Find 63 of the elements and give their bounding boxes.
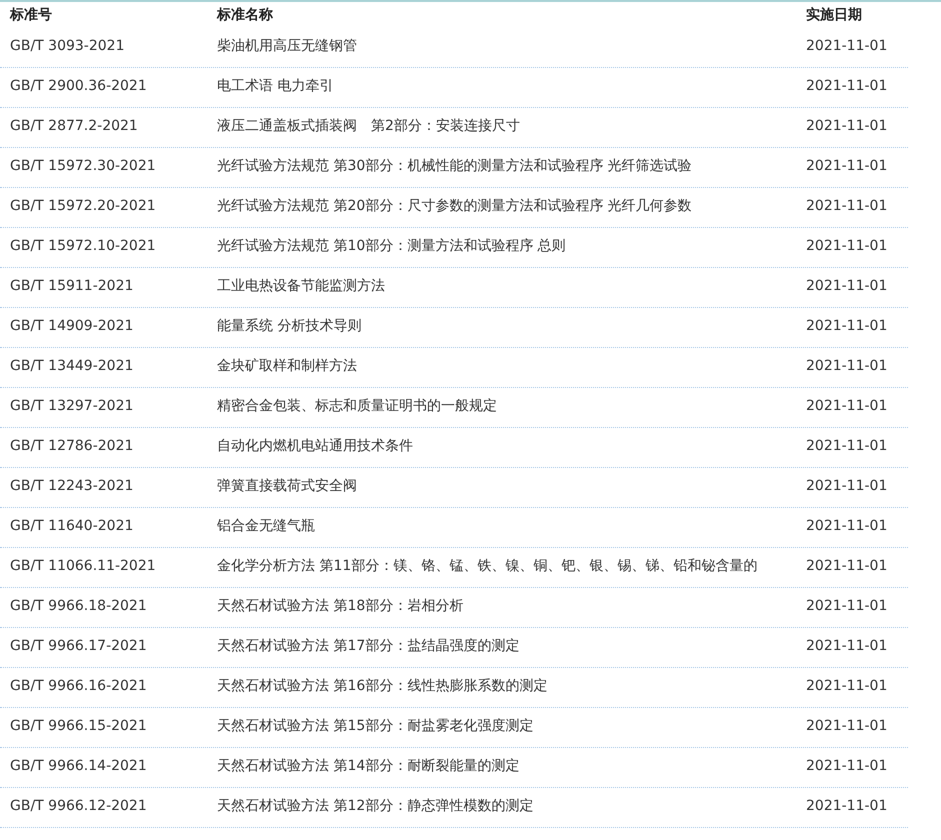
table-cell-text: 金块矿取样和制样方法 xyxy=(216,357,358,376)
table-cell-text: 2021-11-01 xyxy=(806,37,888,56)
table-cell-text: GB/T 9966.17-2021 xyxy=(9,637,148,656)
table-cell-text: GB/T 9966.16-2021 xyxy=(9,677,148,696)
table-cell-text: 2021-11-01 xyxy=(806,557,888,576)
table-cell-text: GB/T 12786-2021 xyxy=(9,437,134,456)
table-cell-text: 天然石材试验方法 第16部分：线性热膨胀系数的测定 xyxy=(216,677,548,696)
table-cell-text: 光纤试验方法规范 第20部分：尺寸参数的测量方法和试验程序 光纤几何参数 xyxy=(216,197,693,216)
table-cell-text: 弹簧直接载荷式安全阀 xyxy=(216,477,358,496)
table-cell-text: 天然石材试验方法 第17部分：盐结晶强度的测定 xyxy=(216,637,520,656)
table-cell-text: 光纤试验方法规范 第30部分：机械性能的测量方法和试验程序 光纤筛选试验 xyxy=(216,157,693,176)
table-cell-text: 2021-11-01 xyxy=(806,717,888,736)
table-cell-text: 2021-11-01 xyxy=(806,117,888,136)
table-cell-text: GB/T 15972.10-2021 xyxy=(9,237,157,256)
table-cell-text: 2021-11-01 xyxy=(806,597,888,616)
table-cell-text: 2021-11-01 xyxy=(806,397,888,416)
table-cell-text: 2021-11-01 xyxy=(806,677,888,696)
column-header: 标准名称 xyxy=(216,6,274,24)
table-cell-text: GB/T 2900.36-2021 xyxy=(9,77,148,96)
table-cell-text: 天然石材试验方法 第12部分：静态弹性模数的测定 xyxy=(216,797,534,816)
table-cell-text: GB/T 14909-2021 xyxy=(9,317,134,336)
table-cell-text: 工业电热设备节能监测方法 xyxy=(216,277,386,296)
table-cell-text: GB/T 9966.12-2021 xyxy=(9,797,148,816)
table-cell-text: 2021-11-01 xyxy=(806,437,888,456)
table-cell-text: 2021-11-01 xyxy=(806,77,888,96)
column-header: 标准号 xyxy=(8,6,53,24)
table-cell-text: GB/T 9966.18-2021 xyxy=(9,597,148,616)
table-cell-text: GB/T 15911-2021 xyxy=(9,277,134,296)
table-cell-text: 2021-11-01 xyxy=(806,757,888,776)
table-cell-text: 2021-11-01 xyxy=(806,197,888,216)
table-cell-text: 2021-11-01 xyxy=(806,637,888,656)
table-cell-text: 能量系统 分析技术导则 xyxy=(216,317,362,336)
table-cell-text: 2021-11-01 xyxy=(806,477,888,496)
table-cell-text: 精密合金包装、标志和质量证明书的一般规定 xyxy=(216,397,498,416)
table-cell-text: GB/T 13449-2021 xyxy=(9,357,134,376)
table-cell-text: GB/T 15972.30-2021 xyxy=(9,157,157,176)
table-cell-text: 光纤试验方法规范 第10部分：测量方法和试验程序 总则 xyxy=(216,237,567,256)
table-cell-text: 天然石材试验方法 第18部分：岩相分析 xyxy=(216,597,464,616)
table-cell-text: GB/T 3093-2021 xyxy=(9,37,126,56)
table-cell-text: GB/T 2877.2-2021 xyxy=(9,117,139,136)
table-cell-text: 2021-11-01 xyxy=(806,317,888,336)
table-cell-text: 2021-11-01 xyxy=(806,357,888,376)
table-cell-text: GB/T 13297-2021 xyxy=(9,397,134,416)
column-header: 实施日期 xyxy=(806,6,863,24)
table-cell-text: 2021-11-01 xyxy=(806,517,888,536)
table-cell-text: 2021-11-01 xyxy=(806,237,888,256)
table-cell-text: GB/T 12243-2021 xyxy=(9,477,134,496)
table-cell-text: GB/T 9966.15-2021 xyxy=(9,717,148,736)
table-cell-text: 液压二通盖板式插装阀 第2部分：安装连接尺寸 xyxy=(216,117,521,136)
table-cell-text: 自动化内燃机电站通用技术条件 xyxy=(216,437,414,456)
table-cell-text: GB/T 11640-2021 xyxy=(9,517,134,536)
table-cell-text: 金化学分析方法 第11部分：镁、铬、锰、铁、镍、铜、钯、银、锡、锑、铅和铋含量的 xyxy=(216,557,758,576)
table-cell-text: 铝合金无缝气瓶 xyxy=(216,517,316,536)
table-cell-text: 电工术语 电力牵引 xyxy=(216,77,334,96)
table-cell-text: GB/T 15972.20-2021 xyxy=(9,197,157,216)
table-cell-text: GB/T 9966.14-2021 xyxy=(9,757,148,776)
table-cell-text: 天然石材试验方法 第14部分：耐断裂能量的测定 xyxy=(216,757,520,776)
table-cell-text: 天然石材试验方法 第15部分：耐盐雾老化强度测定 xyxy=(216,717,534,736)
table-cell-text: GB/T 11066.11-2021 xyxy=(9,557,157,576)
table-cell-text: 2021-11-01 xyxy=(806,277,888,296)
table-cell-text: 2021-11-01 xyxy=(806,157,888,176)
table-cell-text: 柴油机用高压无缝钢管 xyxy=(216,37,358,56)
table-cell-text: 2021-11-01 xyxy=(806,797,888,816)
